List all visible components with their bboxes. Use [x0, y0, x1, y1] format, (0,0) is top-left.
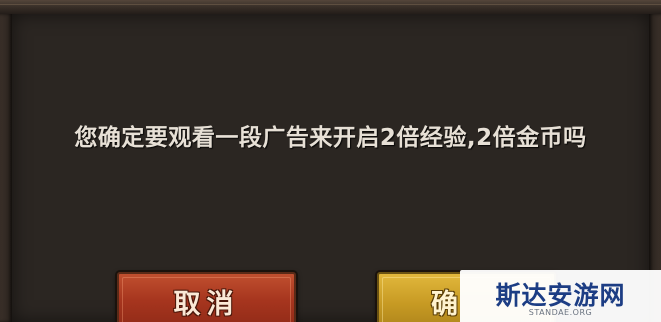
dialog-top-frame	[0, 0, 661, 15]
watermark-title: 斯达安游网	[495, 281, 626, 310]
dialog-left-frame	[0, 14, 12, 322]
watermark-subtitle: STANDAE.ORG	[528, 308, 593, 317]
ad-confirm-dialog: 您确定要观看一段广告来开启2倍经验,2倍金币吗 取消 确 斯达安游网 STAND…	[0, 0, 661, 322]
cancel-button-label: 取消	[173, 289, 240, 320]
site-watermark: 斯达安游网 STANDAE.ORG	[460, 270, 661, 322]
cancel-button[interactable]: 取消	[117, 272, 296, 322]
dialog-message: 您确定要观看一段广告来开启2倍经验,2倍金币吗	[74, 125, 587, 151]
